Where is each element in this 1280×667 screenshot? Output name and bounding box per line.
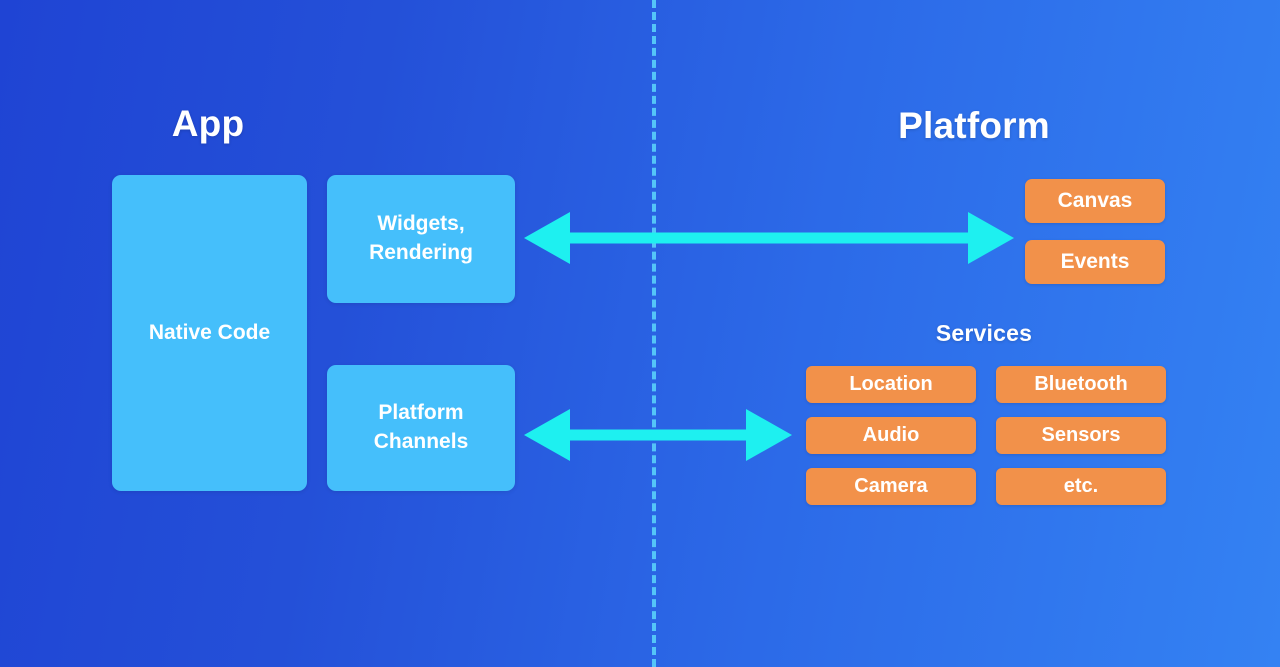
platform-channels-line-1: Platform <box>378 401 464 425</box>
widgets-rendering-box[interactable]: Widgets, Rendering <box>327 175 515 303</box>
service-label: Audio <box>862 424 920 446</box>
diagram-canvas: App Native Code Widgets, Rendering Platf… <box>0 0 1280 667</box>
service-box-bluetooth[interactable]: Bluetooth <box>996 366 1166 403</box>
platform-section-title: Platform <box>898 105 1050 146</box>
service-box-audio[interactable]: Audio <box>806 417 976 454</box>
platform-channels-label: Platform Channels <box>374 399 469 457</box>
service-label: Camera <box>854 475 928 497</box>
platform-channel-bidirectional-arrow-icon <box>524 409 792 461</box>
platform-channels-line-2: Channels <box>373 430 469 453</box>
widgets-rendering-line-1: Widgets, <box>377 212 465 236</box>
service-label: Sensors <box>1041 424 1121 446</box>
service-label: Bluetooth <box>1034 373 1128 395</box>
service-box-location[interactable]: Location <box>806 366 976 403</box>
native-code-label: Native Code <box>148 320 271 344</box>
services-heading: Services <box>935 320 1033 346</box>
canvas-label: Canvas <box>1057 189 1133 212</box>
services-grid: Location Bluetooth Audio Sensors Camera … <box>806 366 1166 505</box>
platform-box-events[interactable]: Events <box>1025 240 1165 284</box>
service-box-sensors[interactable]: Sensors <box>996 417 1166 454</box>
service-box-camera[interactable]: Camera <box>806 468 976 505</box>
service-label: etc. <box>1063 475 1099 497</box>
events-label: Events <box>1060 250 1130 273</box>
service-label: Location <box>849 373 933 395</box>
platform-channels-box[interactable]: Platform Channels <box>327 365 515 491</box>
widgets-rendering-label: Widgets, Rendering <box>369 210 473 268</box>
service-box-etc[interactable]: etc. <box>996 468 1166 505</box>
rendering-bidirectional-arrow-icon <box>524 212 1014 264</box>
native-code-box[interactable]: Native Code <box>112 175 307 491</box>
widgets-rendering-line-2: Rendering <box>369 241 473 264</box>
platform-box-canvas[interactable]: Canvas <box>1025 179 1165 223</box>
app-platform-divider <box>652 0 656 667</box>
app-section-title: App <box>171 103 245 144</box>
